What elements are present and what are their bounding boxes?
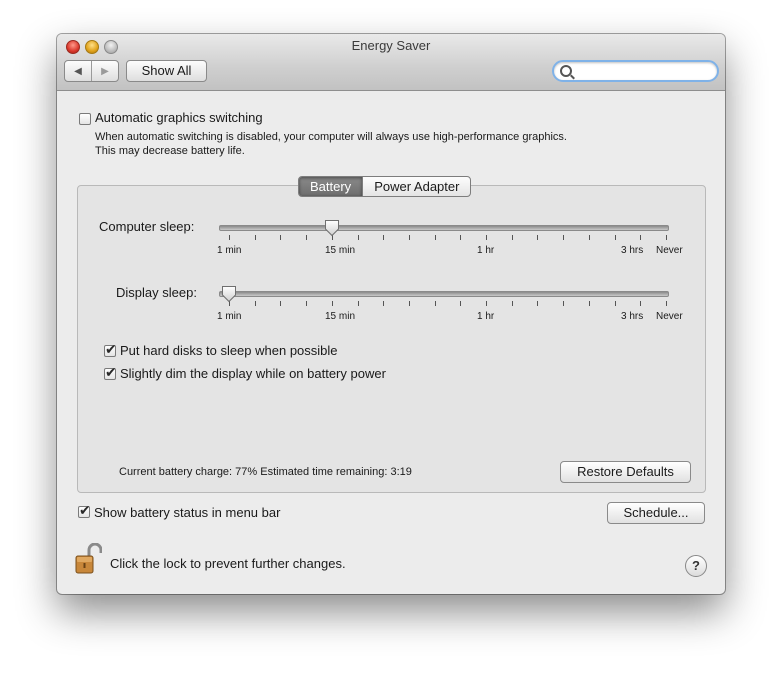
tab-battery[interactable]: Battery xyxy=(299,177,363,196)
hard-disk-sleep-checkbox[interactable] xyxy=(104,342,117,358)
slider-tick-label: 3 hrs xyxy=(621,311,644,322)
slider-tick xyxy=(306,235,307,240)
slider-tick xyxy=(409,301,410,306)
search-field[interactable] xyxy=(552,60,719,82)
display-sleep-label: Display sleep: xyxy=(116,285,197,300)
help-button[interactable]: ? xyxy=(685,555,707,577)
slider-tick xyxy=(383,235,384,240)
slider-tick-label: 1 hr xyxy=(477,311,495,322)
slider-tick xyxy=(383,301,384,306)
slider-track[interactable] xyxy=(219,225,669,231)
slider-tick xyxy=(666,235,667,240)
dim-display-checkbox[interactable] xyxy=(104,365,117,381)
slider-tick-label: 15 min xyxy=(325,311,356,322)
window-title: Energy Saver xyxy=(351,38,431,53)
slider-tick xyxy=(460,235,461,240)
slider-tick xyxy=(229,235,230,240)
back-icon[interactable]: ◀ xyxy=(65,61,91,81)
slider-tick xyxy=(280,235,281,240)
slider-tick xyxy=(255,301,256,306)
slider-tick-label: 3 hrs xyxy=(621,245,644,256)
unlocked-padlock-icon[interactable] xyxy=(74,542,103,575)
slider-tick xyxy=(358,235,359,240)
slider-tick xyxy=(589,301,590,306)
dim-display-label: Slightly dim the display while on batter… xyxy=(120,366,386,381)
slider-tick xyxy=(358,301,359,306)
slider-tick xyxy=(512,301,513,306)
slider-tick xyxy=(666,301,667,306)
automatic-graphics-switching-label: Automatic graphics switching xyxy=(95,110,263,125)
graphics-description-line2: This may decrease battery life. xyxy=(95,145,245,157)
hard-disk-sleep-label: Put hard disks to sleep when possible xyxy=(120,343,338,358)
slider-tick xyxy=(460,301,461,306)
slider-tick xyxy=(486,301,487,306)
slider-tick-label: 1 min xyxy=(217,245,242,256)
schedule-button[interactable]: Schedule... xyxy=(607,502,705,524)
power-source-tabs: Battery Power Adapter xyxy=(298,176,472,197)
slider-tick xyxy=(640,301,641,306)
search-icon xyxy=(560,65,572,77)
slider-knob[interactable] xyxy=(221,285,237,303)
forward-icon[interactable]: ▶ xyxy=(91,61,118,81)
slider-tick xyxy=(512,235,513,240)
slider-tick xyxy=(563,235,564,240)
slider-tick-label: 1 hr xyxy=(477,245,495,256)
lock-message: Click the lock to prevent further change… xyxy=(110,556,346,571)
slider-tick xyxy=(640,235,641,240)
restore-defaults-button[interactable]: Restore Defaults xyxy=(560,461,691,483)
automatic-graphics-switching-checkbox[interactable] xyxy=(79,113,91,125)
slider-tick-label: 15 min xyxy=(325,245,356,256)
slider-tick-label: Never xyxy=(656,245,683,256)
slider-tick-label: 1 min xyxy=(217,311,242,322)
slider-tick xyxy=(563,301,564,306)
tab-power-adapter[interactable]: Power Adapter xyxy=(362,177,470,196)
slider-tick xyxy=(615,301,616,306)
slider-tick xyxy=(435,301,436,306)
slider-tick xyxy=(332,301,333,306)
search-input[interactable] xyxy=(574,62,710,80)
slider-tick-label: Never xyxy=(656,311,683,322)
slider-tick xyxy=(537,301,538,306)
battery-status-text: Current battery charge: 77% Estimated ti… xyxy=(119,466,412,478)
slider-tick xyxy=(306,301,307,306)
slider-tick xyxy=(435,235,436,240)
show-battery-status-checkbox[interactable] xyxy=(78,503,91,519)
energy-saver-window: Energy Saver ◀ ▶ Show All Automatic grap… xyxy=(57,34,725,594)
slider-tick xyxy=(589,235,590,240)
show-battery-status-label: Show battery status in menu bar xyxy=(94,505,281,520)
slider-knob[interactable] xyxy=(324,219,340,237)
slider-tick xyxy=(537,235,538,240)
slider-tick xyxy=(409,235,410,240)
slider-track[interactable] xyxy=(219,291,669,297)
show-all-button[interactable]: Show All xyxy=(126,60,207,82)
slider-tick xyxy=(255,235,256,240)
slider-tick xyxy=(280,301,281,306)
slider-tick xyxy=(615,235,616,240)
graphics-description-line1: When automatic switching is disabled, yo… xyxy=(95,131,567,143)
computer-sleep-label: Computer sleep: xyxy=(99,219,195,234)
slider-tick xyxy=(486,235,487,240)
title-bar: Energy Saver ◀ ▶ Show All xyxy=(57,34,725,91)
back-forward-control: ◀ ▶ xyxy=(64,60,119,82)
